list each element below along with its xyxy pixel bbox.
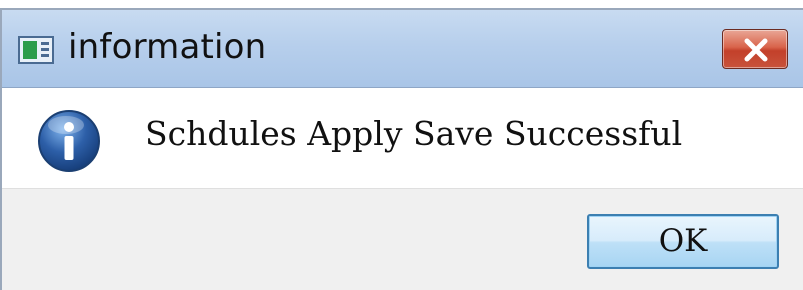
window-app-icon: [18, 36, 54, 64]
close-x-icon: [744, 38, 768, 62]
info-icon: [38, 110, 100, 172]
dialog-titlebar[interactable]: information: [2, 10, 803, 88]
message-area: Schdules Apply Save Successful: [2, 88, 803, 188]
ok-button[interactable]: OK: [587, 214, 779, 269]
message-text: Schdules Apply Save Successful: [145, 114, 683, 153]
message-dialog: information Schdules Apply Save Successf…: [0, 8, 803, 290]
close-button[interactable]: [722, 29, 788, 69]
dialog-footer: OK: [2, 188, 803, 290]
dialog-title: information: [68, 27, 267, 67]
